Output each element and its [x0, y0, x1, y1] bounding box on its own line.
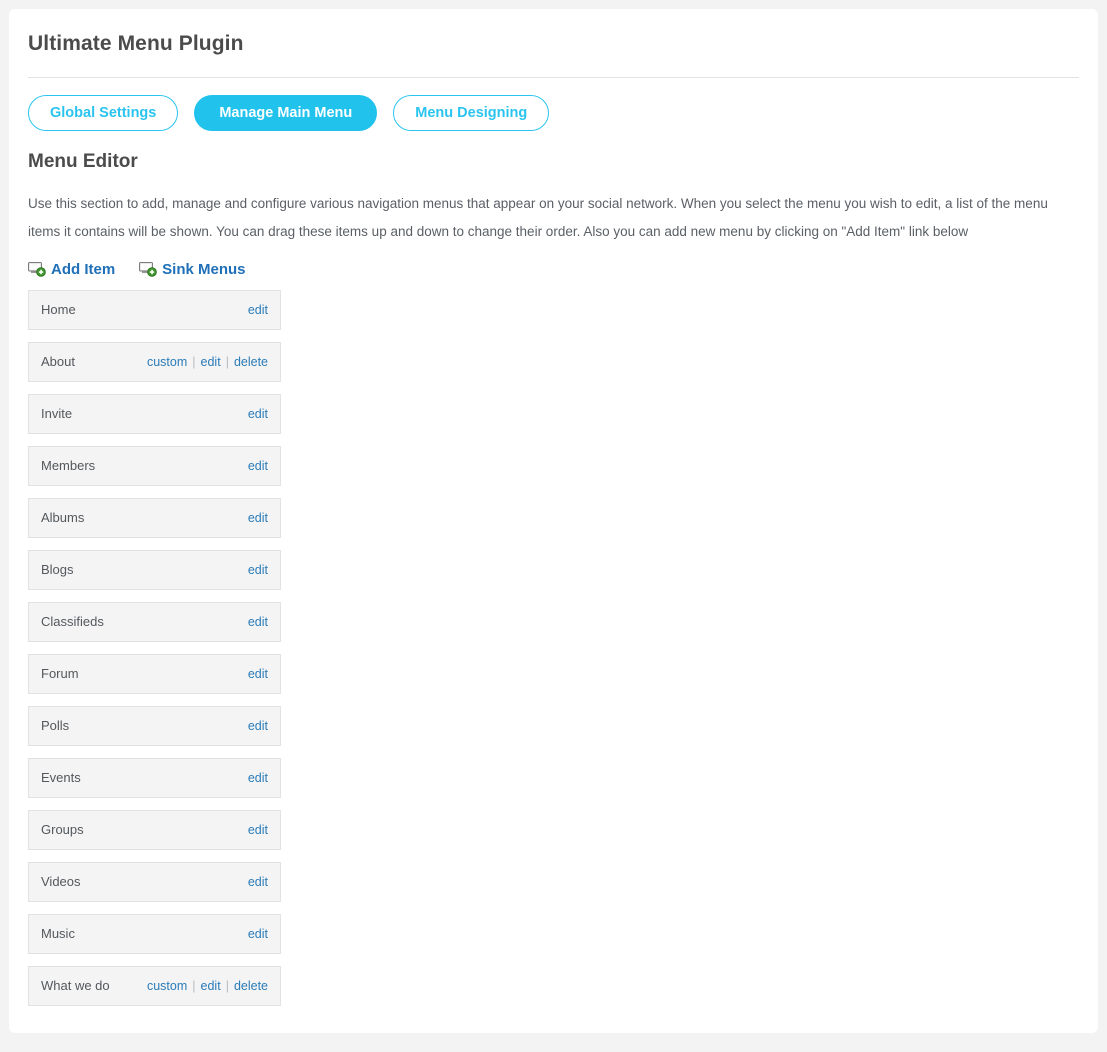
edit-link[interactable]: edit — [248, 459, 268, 473]
edit-link[interactable]: edit — [248, 303, 268, 317]
action-separator: | — [192, 978, 196, 993]
tab-global-settings[interactable]: Global Settings — [28, 95, 179, 132]
edit-link[interactable]: edit — [248, 823, 268, 837]
edit-link[interactable]: edit — [248, 719, 268, 733]
menu-item-row[interactable]: Videos edit — [28, 861, 281, 902]
edit-link[interactable]: edit — [248, 615, 268, 629]
edit-link[interactable]: edit — [248, 875, 268, 889]
edit-link[interactable]: edit — [201, 979, 221, 993]
menu-item-label: Invite — [41, 406, 73, 422]
edit-link[interactable]: edit — [248, 771, 268, 785]
menu-item-label: Events — [41, 770, 81, 786]
menu-item-list: Home edit About custom | edit | delete Invite edi… — [9, 278, 281, 1006]
action-separator: | — [225, 978, 229, 993]
tab-bar: Global Settings Manage Main Menu Menu Desi… — [9, 78, 1098, 132]
menu-item-label: Forum — [41, 666, 79, 682]
menu-item-row[interactable]: Home edit — [28, 289, 281, 330]
menu-item-actions: custom | edit | delete — [147, 355, 268, 369]
menu-item-row[interactable]: Invite edit — [28, 393, 281, 434]
section-description: Use this section to add, manage and conf… — [28, 195, 1048, 239]
menu-item-label: Videos — [41, 874, 81, 890]
menu-item-row[interactable]: Music edit — [28, 913, 281, 954]
menu-item-row[interactable]: Polls edit — [28, 705, 281, 746]
edit-link[interactable]: edit — [248, 407, 268, 421]
menu-item-actions: custom | edit | delete — [147, 979, 268, 993]
menu-item-row[interactable]: Groups edit — [28, 809, 281, 850]
action-separator: | — [192, 354, 196, 369]
monitor-add-icon — [139, 262, 157, 278]
add-item-link[interactable]: Add Item — [28, 261, 115, 278]
menu-item-row[interactable]: What we do custom | edit | delete — [28, 965, 281, 1006]
custom-link[interactable]: custom — [147, 355, 187, 369]
menu-item-actions: edit — [248, 771, 268, 785]
menu-item-row[interactable]: Events edit — [28, 757, 281, 798]
menu-item-actions: edit — [248, 875, 268, 889]
action-links: Add Item Sink Menus — [9, 246, 1098, 278]
menu-item-actions: edit — [248, 719, 268, 733]
menu-item-actions: edit — [248, 511, 268, 525]
menu-item-actions: edit — [248, 303, 268, 317]
sink-menus-link[interactable]: Sink Menus — [139, 260, 246, 278]
menu-item-label: Polls — [41, 718, 70, 734]
menu-item-row[interactable]: About custom | edit | delete — [28, 341, 281, 382]
menu-item-actions: edit — [248, 667, 268, 681]
edit-link[interactable]: edit — [248, 511, 268, 525]
menu-item-label: Members — [41, 458, 96, 474]
tab-manage-main-menu[interactable]: Manage Main Menu — [194, 95, 378, 132]
delete-link[interactable]: delete — [234, 979, 268, 993]
menu-item-label: Classifieds — [41, 614, 104, 630]
menu-item-actions: edit — [248, 615, 268, 629]
menu-item-row[interactable]: Blogs edit — [28, 549, 281, 590]
menu-item-label: About — [41, 354, 75, 370]
edit-link[interactable]: edit — [201, 355, 221, 369]
menu-item-row[interactable]: Albums edit — [28, 497, 281, 538]
edit-link[interactable]: edit — [248, 927, 268, 941]
menu-item-row[interactable]: Members edit — [28, 445, 281, 486]
edit-link[interactable]: edit — [248, 667, 268, 681]
monitor-add-icon — [28, 262, 46, 278]
menu-item-label: Music — [41, 926, 75, 942]
menu-item-actions: edit — [248, 407, 268, 421]
menu-item-label: What we do — [41, 978, 110, 994]
custom-link[interactable]: custom — [147, 979, 187, 993]
section-title: Menu Editor — [28, 151, 138, 173]
menu-item-label: Blogs — [41, 562, 74, 578]
menu-item-actions: edit — [248, 823, 268, 837]
action-separator: | — [225, 354, 229, 369]
menu-item-actions: edit — [248, 927, 268, 941]
menu-item-row[interactable]: Forum edit — [28, 653, 281, 694]
action-link-label: Sink Menus — [162, 260, 246, 278]
menu-item-label: Groups — [41, 822, 84, 838]
menu-item-label: Albums — [41, 510, 85, 526]
menu-item-actions: edit — [248, 459, 268, 473]
plugin-card: Ultimate Menu Plugin Global Settings Mana… — [9, 9, 1098, 1033]
delete-link[interactable]: delete — [234, 355, 268, 369]
tab-menu-designing[interactable]: Menu Designing — [393, 95, 550, 132]
page-title: Ultimate Menu Plugin — [28, 32, 244, 55]
edit-link[interactable]: edit — [248, 563, 268, 577]
menu-item-label: Home — [41, 302, 76, 318]
menu-item-actions: edit — [248, 563, 268, 577]
menu-item-row[interactable]: Classifieds edit — [28, 601, 281, 642]
action-link-label: Add Item — [51, 260, 116, 278]
